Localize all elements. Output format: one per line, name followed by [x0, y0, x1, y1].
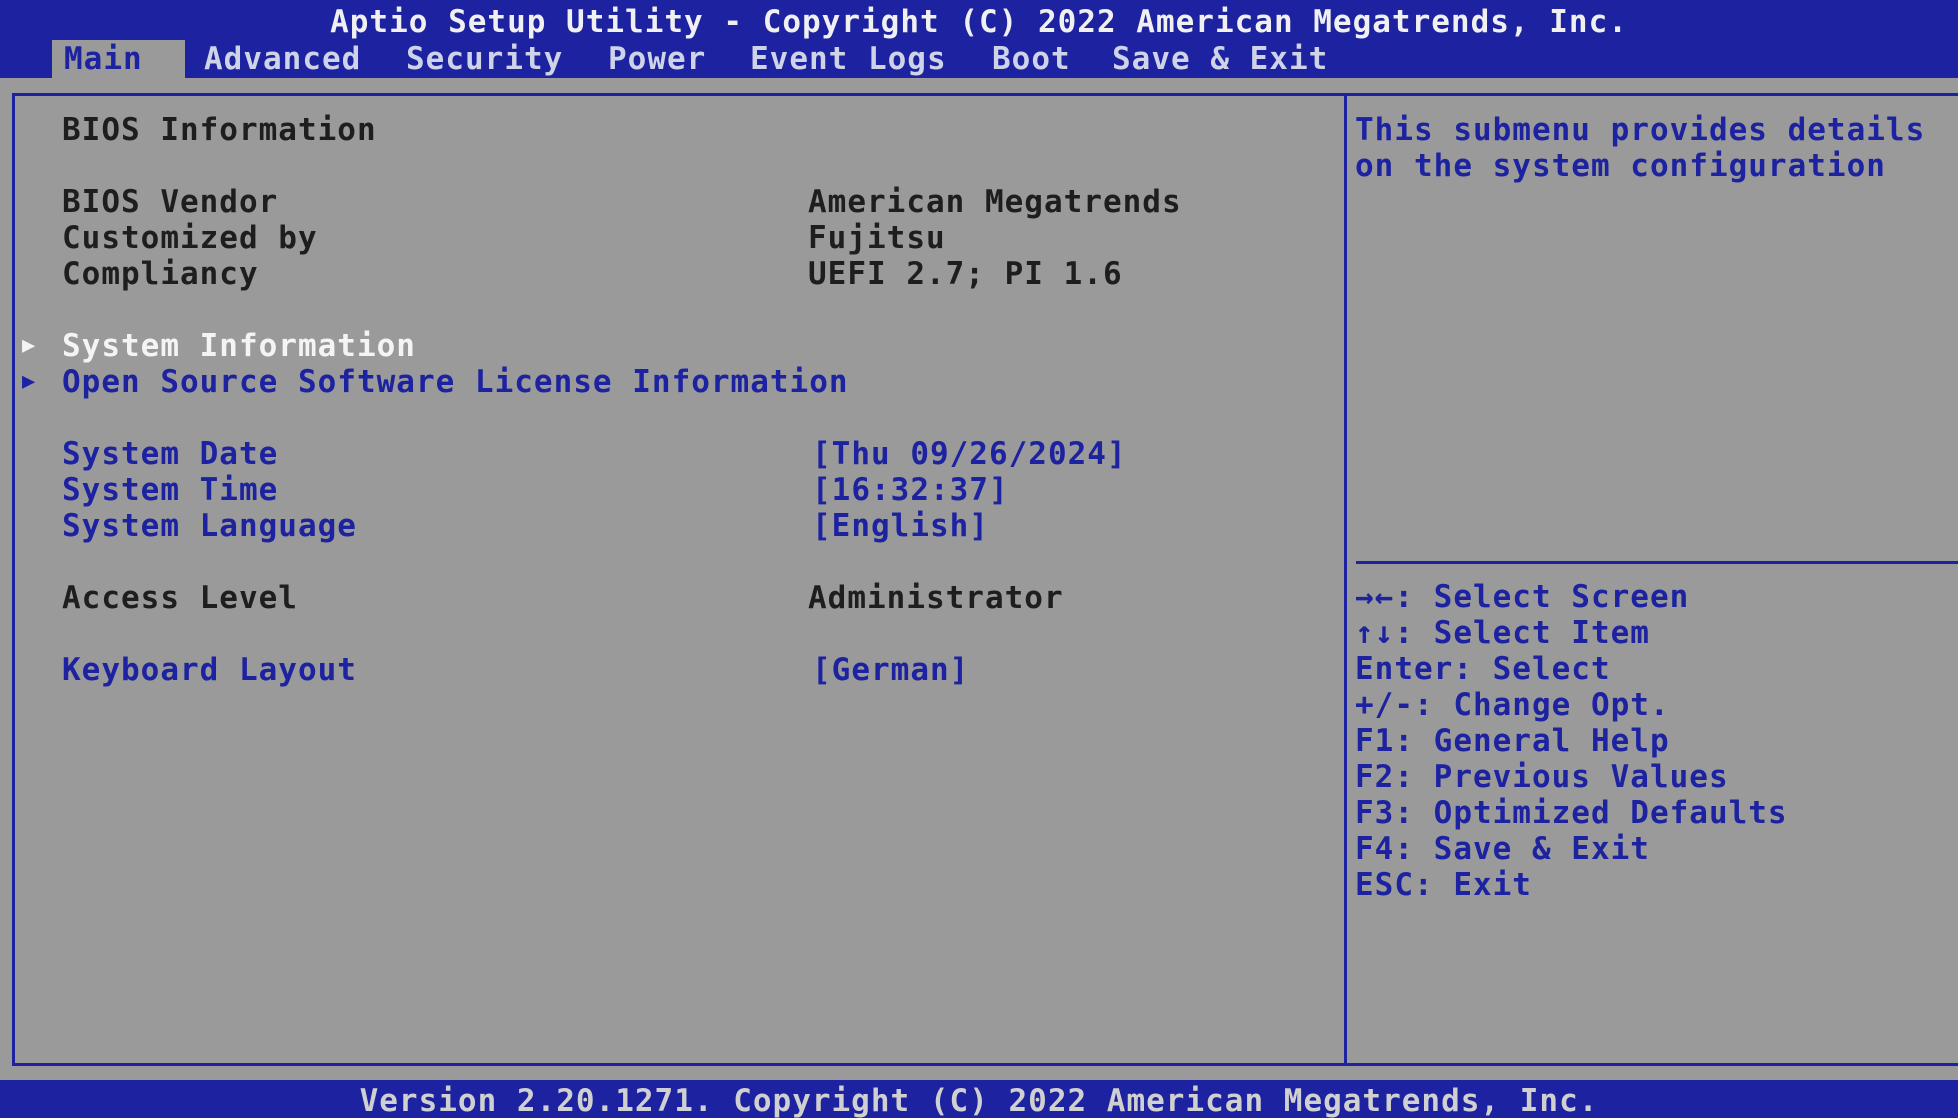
key-hint: ESC: Exit: [1355, 867, 1532, 903]
tab-save-exit[interactable]: Save & Exit: [1100, 40, 1340, 78]
header-bar: Aptio Setup Utility - Copyright (C) 2022…: [0, 0, 1958, 78]
key-hint: →←: Select Screen: [1355, 579, 1690, 615]
customized-by-label: Customized by: [62, 220, 318, 256]
key-hint: F3: Optimized Defaults: [1355, 795, 1788, 831]
footer-bar: Version 2.20.1271. Copyright (C) 2022 Am…: [0, 1080, 1958, 1118]
bios-vendor-value: American Megatrends: [808, 184, 1182, 220]
key-hint: Enter: Select: [1355, 651, 1611, 687]
panel-divider: [1344, 93, 1347, 1066]
tab-security[interactable]: Security: [394, 40, 575, 78]
access-level-value: Administrator: [808, 580, 1064, 616]
submenu-label: System Information: [62, 328, 416, 364]
tab-event-logs[interactable]: Event Logs: [738, 40, 959, 78]
access-level-label: Access Level: [62, 580, 298, 616]
section-title: BIOS Information: [62, 112, 377, 148]
system-language-value[interactable]: [English]: [812, 508, 989, 544]
system-language-label[interactable]: System Language: [62, 508, 357, 544]
key-hint: +/-: Change Opt.: [1355, 687, 1670, 723]
compliancy-value: UEFI 2.7; PI 1.6: [808, 256, 1123, 292]
version-text: Version 2.20.1271. Copyright (C) 2022 Am…: [359, 1083, 1599, 1118]
triangle-right-icon: ▶: [22, 333, 36, 358]
keyboard-layout-label[interactable]: Keyboard Layout: [62, 652, 357, 688]
tab-main[interactable]: Main: [52, 40, 185, 78]
key-hint: F1: General Help: [1355, 723, 1670, 759]
tab-power[interactable]: Power: [596, 40, 718, 78]
submenu-label: Open Source Software License Information: [62, 364, 849, 400]
help-text: This submenu provides details on the sys…: [1355, 112, 1926, 184]
system-date-value[interactable]: [Thu 09/26/2024]: [812, 436, 1127, 472]
key-hint: ↑↓: Select Item: [1355, 615, 1650, 651]
keyboard-layout-value[interactable]: [German]: [812, 652, 969, 688]
triangle-right-icon: ▶: [22, 369, 36, 394]
tab-advanced[interactable]: Advanced: [192, 40, 373, 78]
key-legend: →←: Select Screen ↑↓: Select Item Enter:…: [1355, 579, 1788, 903]
bios-screen: Aptio Setup Utility - Copyright (C) 2022…: [0, 0, 1958, 1118]
bios-vendor-label: BIOS Vendor: [62, 184, 279, 220]
key-hint: F2: Previous Values: [1355, 759, 1729, 795]
customized-by-value: Fujitsu: [808, 220, 946, 256]
system-time-value[interactable]: [16:32:37]: [812, 472, 1009, 508]
compliancy-label: Compliancy: [62, 256, 259, 292]
help-divider: [1356, 561, 1958, 564]
window-title: Aptio Setup Utility - Copyright (C) 2022…: [330, 4, 1628, 40]
tab-bar: Main Advanced Security Power Event Logs …: [0, 40, 1958, 78]
system-date-label[interactable]: System Date: [62, 436, 278, 472]
tab-boot[interactable]: Boot: [980, 40, 1083, 78]
key-hint: F4: Save & Exit: [1355, 831, 1650, 867]
system-time-label[interactable]: System Time: [62, 472, 278, 508]
